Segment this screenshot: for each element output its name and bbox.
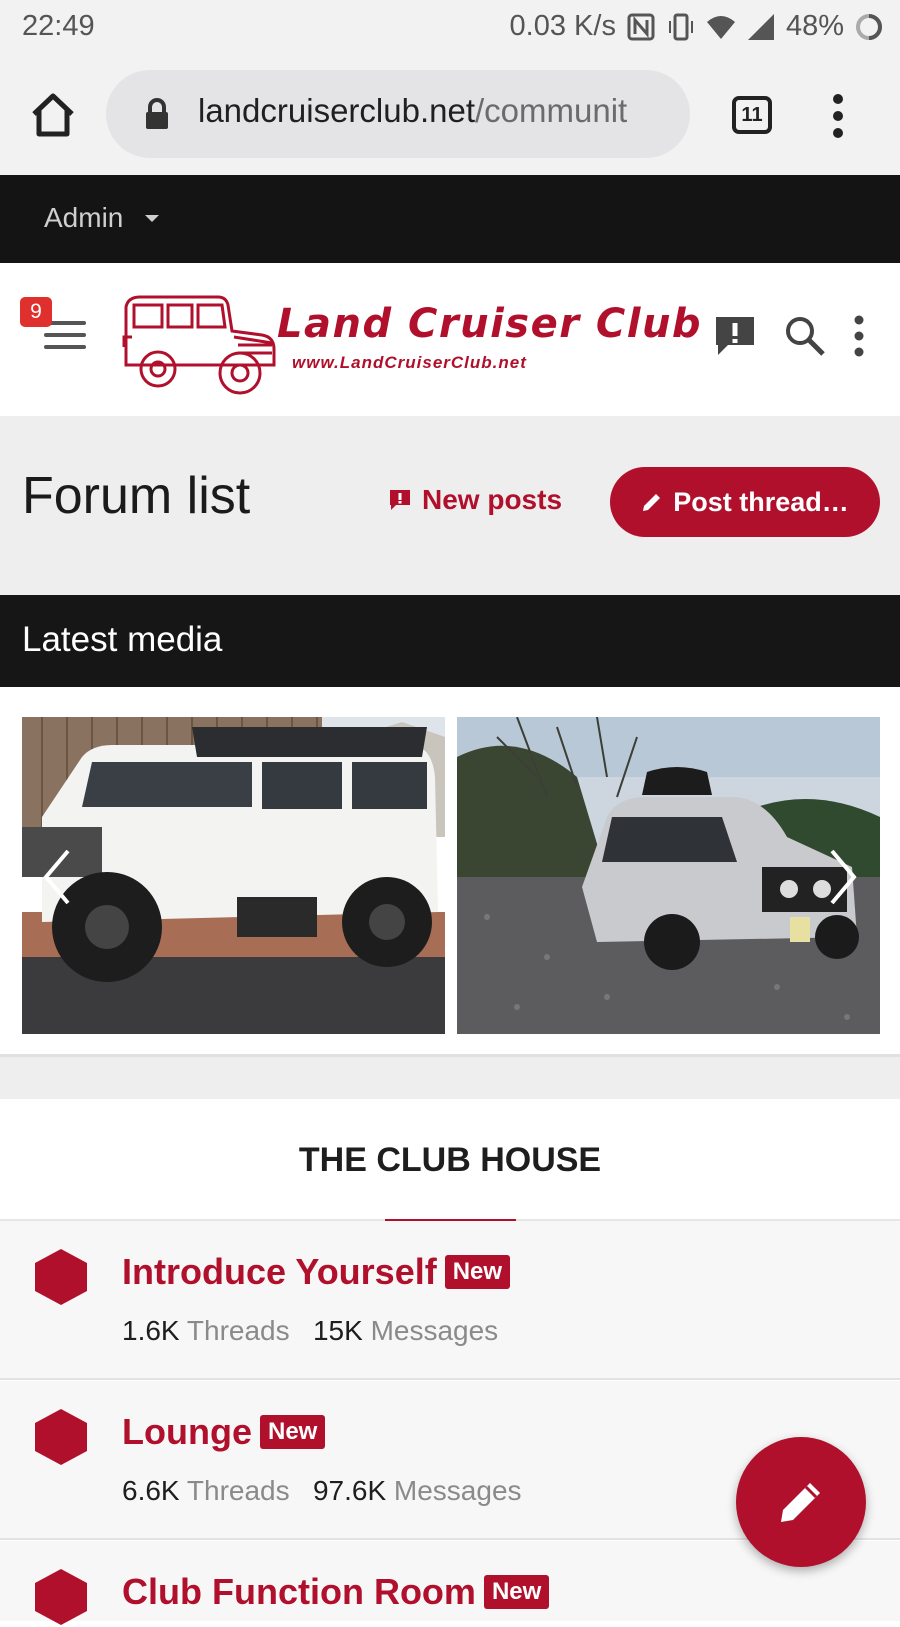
- chevron-left-icon[interactable]: [42, 847, 72, 907]
- logo-title: Land Cruiser Club: [277, 301, 703, 347]
- messages-count: 15K: [312, 1315, 363, 1346]
- forum-name: Club Function Room: [122, 1571, 476, 1612]
- url-path: /communit: [475, 92, 628, 129]
- status-bar: 22:49 0.03 K/s 48%: [0, 0, 900, 56]
- notification-badge: 9: [20, 297, 52, 327]
- latest-media-title: Latest media: [22, 620, 223, 659]
- messages-label: Messages: [393, 1475, 522, 1506]
- category-header: THE CLUB HOUSE: [0, 1099, 900, 1225]
- forum-hexagon-icon: [35, 1409, 87, 1465]
- compose-fab[interactable]: [736, 1437, 866, 1567]
- page-title: Forum list: [22, 467, 251, 525]
- chevron-right-icon[interactable]: [828, 847, 858, 907]
- home-icon[interactable]: [28, 90, 78, 140]
- new-posts-icon: [390, 490, 410, 510]
- silver-land-cruiser-photo: [457, 717, 880, 1034]
- white-land-cruiser-photo: [22, 717, 445, 1034]
- land-cruiser-icon: [122, 295, 276, 395]
- chevron-down-icon: [145, 215, 159, 222]
- url-text: landcruiserclub.net/communit: [198, 92, 627, 130]
- status-icons: 0.03 K/s 48%: [510, 10, 884, 43]
- new-badge: New: [259, 1415, 326, 1449]
- media-carousel: [0, 687, 900, 1057]
- signal-icon: [747, 13, 774, 40]
- threads-count: 6.6K: [122, 1475, 180, 1506]
- site-logo[interactable]: Land Cruiser Club www.LandCruiserClub.ne…: [122, 287, 701, 399]
- wifi-icon: [706, 15, 735, 39]
- site-header: 9 Land Cruiser Club www.LandCruiserClub.…: [0, 263, 900, 416]
- latest-media-header: Latest media: [0, 595, 900, 687]
- vibrate-icon: [668, 13, 693, 40]
- tab-switcher-button[interactable]: 11: [732, 96, 772, 134]
- messages-count: 97.6K: [312, 1475, 387, 1506]
- forum-title[interactable]: Lounge New: [122, 1411, 326, 1453]
- browser-menu-icon[interactable]: [830, 94, 846, 138]
- page-title-area: Forum list New posts Post thread…: [0, 416, 900, 595]
- logo-site: www.LandCruiserClub.net: [292, 353, 527, 372]
- status-time: 22:49: [22, 10, 95, 42]
- forum-stats: 6.6K Threads 97.6K Messages: [122, 1475, 522, 1507]
- post-thread-label: Post thread…: [673, 486, 849, 517]
- alerts-icon[interactable]: [712, 313, 758, 359]
- url-bar[interactable]: landcruiserclub.net/communit: [106, 70, 690, 158]
- battery-percent: 48%: [785, 10, 844, 42]
- section-divider: [0, 1057, 900, 1099]
- browser-toolbar: landcruiserclub.net/communit 11: [0, 56, 900, 175]
- forum-name: Lounge: [122, 1411, 252, 1452]
- forum-title[interactable]: Introduce Yourself New: [122, 1251, 511, 1293]
- admin-menu[interactable]: Admin: [44, 202, 123, 234]
- forum-title[interactable]: Club Function Room New: [122, 1571, 550, 1613]
- new-badge: New: [483, 1575, 550, 1609]
- url-host: landcruiserclub.net: [198, 92, 475, 129]
- more-options-icon[interactable]: [852, 315, 866, 357]
- new-posts-link[interactable]: New posts: [388, 484, 562, 516]
- pencil-icon: [781, 1483, 820, 1522]
- messages-label: Messages: [370, 1315, 499, 1346]
- new-posts-label: New posts: [422, 484, 563, 515]
- threads-label: Threads: [186, 1475, 290, 1506]
- forum-row[interactable]: Introduce Yourself New 1.6K Threads 15K …: [0, 1221, 900, 1380]
- forum-hexagon-icon: [35, 1249, 87, 1305]
- media-thumbnail[interactable]: [22, 717, 445, 1034]
- pencil-icon: [643, 494, 661, 511]
- forum-hexagon-icon: [35, 1569, 87, 1625]
- forum-stats: 1.6K Threads 15K Messages: [122, 1315, 498, 1347]
- admin-bar: Admin: [0, 175, 900, 263]
- threads-count: 1.6K: [122, 1315, 180, 1346]
- search-icon[interactable]: [784, 315, 826, 357]
- new-badge: New: [444, 1255, 511, 1289]
- network-speed: 0.03 K/s: [509, 10, 616, 42]
- lock-icon: [146, 98, 168, 129]
- forum-name: Introduce Yourself: [122, 1251, 437, 1292]
- nfc-icon: [627, 13, 655, 40]
- threads-label: Threads: [186, 1315, 290, 1346]
- media-thumbnail[interactable]: [457, 717, 880, 1034]
- battery-ring-icon: [856, 13, 882, 40]
- post-thread-button[interactable]: Post thread…: [610, 467, 880, 537]
- category-title[interactable]: THE CLUB HOUSE: [0, 1141, 900, 1180]
